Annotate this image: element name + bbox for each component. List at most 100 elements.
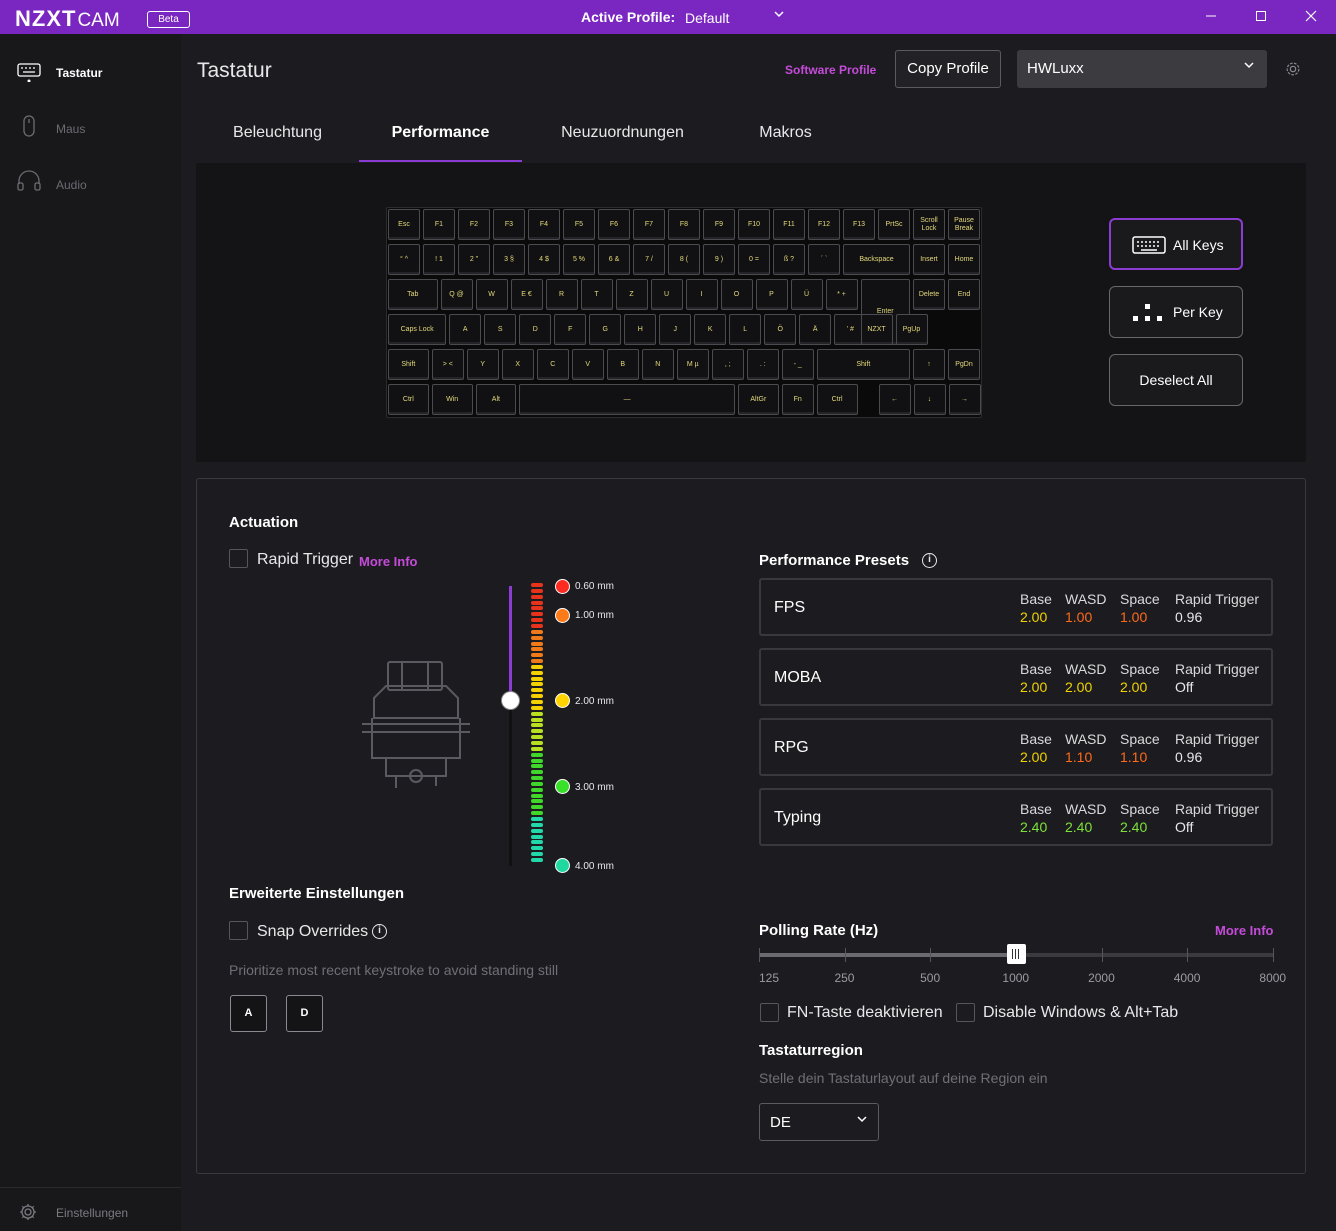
preset-rpg[interactable]: RPG Base 2.00 WASD 1.10 Space 1.10 Rapid Trigge… xyxy=(759,718,1273,776)
key[interactable]: . : xyxy=(746,349,779,380)
key[interactable]: L xyxy=(729,314,762,345)
key[interactable]: > < xyxy=(431,349,464,380)
snap-key-d[interactable]: D xyxy=(286,995,323,1032)
key[interactable]: D xyxy=(519,314,552,345)
key[interactable]: PrtSc xyxy=(878,209,910,240)
polling-slider-thumb[interactable] xyxy=(1007,944,1026,964)
key[interactable]: F6 xyxy=(598,209,630,240)
key[interactable]: F10 xyxy=(738,209,770,240)
key[interactable]: - _ xyxy=(781,349,814,380)
maximize-button[interactable] xyxy=(1251,6,1271,26)
key[interactable]: O xyxy=(720,279,753,310)
key[interactable]: 6 & xyxy=(598,244,630,275)
per-key-button[interactable]: Per Key xyxy=(1109,286,1243,338)
key[interactable]: Home xyxy=(948,244,980,275)
key[interactable]: 7 / xyxy=(633,244,665,275)
key[interactable]: H xyxy=(624,314,657,345)
key[interactable]: K xyxy=(694,314,727,345)
key[interactable]: PgUp xyxy=(895,314,928,345)
key[interactable]: * + xyxy=(825,279,858,310)
key[interactable]: Ü xyxy=(790,279,823,310)
key[interactable]: Ä xyxy=(799,314,832,345)
copy-profile-button[interactable]: Copy Profile xyxy=(895,50,1001,88)
key[interactable]: ↑ xyxy=(913,349,945,380)
key[interactable]: Fn xyxy=(781,384,814,415)
key[interactable]: 0 = xyxy=(738,244,770,275)
key[interactable]: Alt xyxy=(475,384,517,415)
polling-option-label[interactable]: 125 xyxy=(759,971,779,985)
key[interactable]: , ; xyxy=(711,349,744,380)
key[interactable]: AltGr xyxy=(738,384,779,415)
key[interactable]: F12 xyxy=(808,209,840,240)
rapid-trigger-more-info-link[interactable]: More Info xyxy=(359,554,418,569)
key[interactable]: Tab xyxy=(388,279,438,310)
key[interactable]: Z xyxy=(615,279,648,310)
key[interactable]: J xyxy=(659,314,692,345)
polling-option-label[interactable]: 250 xyxy=(834,971,854,985)
region-select[interactable]: DE xyxy=(759,1103,879,1141)
info-icon[interactable]: i xyxy=(922,553,937,568)
snap-key-a[interactable]: A xyxy=(230,995,267,1032)
win-disable-checkbox[interactable] xyxy=(956,1003,975,1022)
key[interactable]: Shift xyxy=(816,349,910,380)
minimize-button[interactable] xyxy=(1201,6,1221,26)
software-profile-link[interactable]: Software Profile xyxy=(785,63,876,77)
preset-moba[interactable]: MOBA Base 2.00 WASD 2.00 Space 2.00 Rapid Trigg… xyxy=(759,648,1273,706)
key[interactable]: Shift xyxy=(388,349,429,380)
fn-disable-checkbox[interactable] xyxy=(760,1003,779,1022)
key[interactable]: PgDn xyxy=(948,349,980,380)
key[interactable]: F5 xyxy=(563,209,595,240)
key[interactable]: M µ xyxy=(676,349,709,380)
sidebar-item-audio[interactable]: Audio xyxy=(0,152,181,206)
key[interactable]: R xyxy=(545,279,578,310)
key[interactable]: Ö xyxy=(764,314,797,345)
polling-option-label[interactable]: 8000 xyxy=(1259,971,1286,985)
key[interactable]: Delete xyxy=(913,279,945,310)
key[interactable]: B xyxy=(606,349,639,380)
key[interactable]: ↓ xyxy=(913,384,946,415)
key[interactable]: Backspace xyxy=(843,244,910,275)
key[interactable]: S xyxy=(484,314,517,345)
key[interactable]: X xyxy=(501,349,534,380)
key[interactable]: → xyxy=(948,384,981,415)
polling-more-info-link[interactable]: More Info xyxy=(1215,923,1274,938)
key[interactable]: F1 xyxy=(423,209,455,240)
preset-typing[interactable]: Typing Base 2.40 WASD 2.40 Space 2.40 Rapid Tri… xyxy=(759,788,1273,846)
close-button[interactable] xyxy=(1301,6,1321,26)
key[interactable]: P xyxy=(755,279,788,310)
polling-option-label[interactable]: 2000 xyxy=(1088,971,1115,985)
key[interactable]: ! 1 xyxy=(423,244,455,275)
key[interactable]: 4 $ xyxy=(528,244,560,275)
info-icon[interactable]: i xyxy=(372,924,387,939)
polling-option-label[interactable]: 500 xyxy=(920,971,940,985)
tab-makros[interactable]: Makros xyxy=(704,106,867,162)
key[interactable]: ° ^ xyxy=(388,244,420,275)
key[interactable]: F4 xyxy=(528,209,560,240)
key[interactable]: Caps Lock xyxy=(388,314,447,345)
key[interactable]: F8 xyxy=(668,209,700,240)
key[interactable]: Win xyxy=(431,384,473,415)
key[interactable]: F9 xyxy=(703,209,735,240)
key[interactable]: Scroll Lock xyxy=(913,209,945,240)
polling-option-label[interactable]: 4000 xyxy=(1174,971,1201,985)
polling-option-label[interactable]: 1000 xyxy=(1002,971,1029,985)
device-select[interactable]: HWLuxx xyxy=(1017,50,1267,88)
key[interactable]: NZXT xyxy=(860,314,893,345)
key[interactable]: ´ ` xyxy=(808,244,840,275)
key[interactable]: Ctrl xyxy=(388,384,429,415)
key[interactable]: W xyxy=(475,279,508,310)
key[interactable]: ß ? xyxy=(773,244,805,275)
key[interactable]: A xyxy=(449,314,482,345)
key[interactable]: Q @ xyxy=(440,279,473,310)
key[interactable]: Ctrl xyxy=(816,384,858,415)
key[interactable]: T xyxy=(580,279,613,310)
key[interactable]: 5 % xyxy=(563,244,595,275)
sidebar-item-tastatur[interactable]: Tastatur xyxy=(0,40,181,94)
all-keys-button[interactable]: All Keys xyxy=(1109,218,1243,270)
key[interactable]: V xyxy=(571,349,604,380)
key[interactable]: Esc xyxy=(388,209,420,240)
key[interactable]: Pause Break xyxy=(948,209,980,240)
tab-beleuchtung[interactable]: Beleuchtung xyxy=(196,106,359,162)
tab-performance[interactable]: Performance xyxy=(359,106,522,162)
key[interactable]: F3 xyxy=(493,209,525,240)
